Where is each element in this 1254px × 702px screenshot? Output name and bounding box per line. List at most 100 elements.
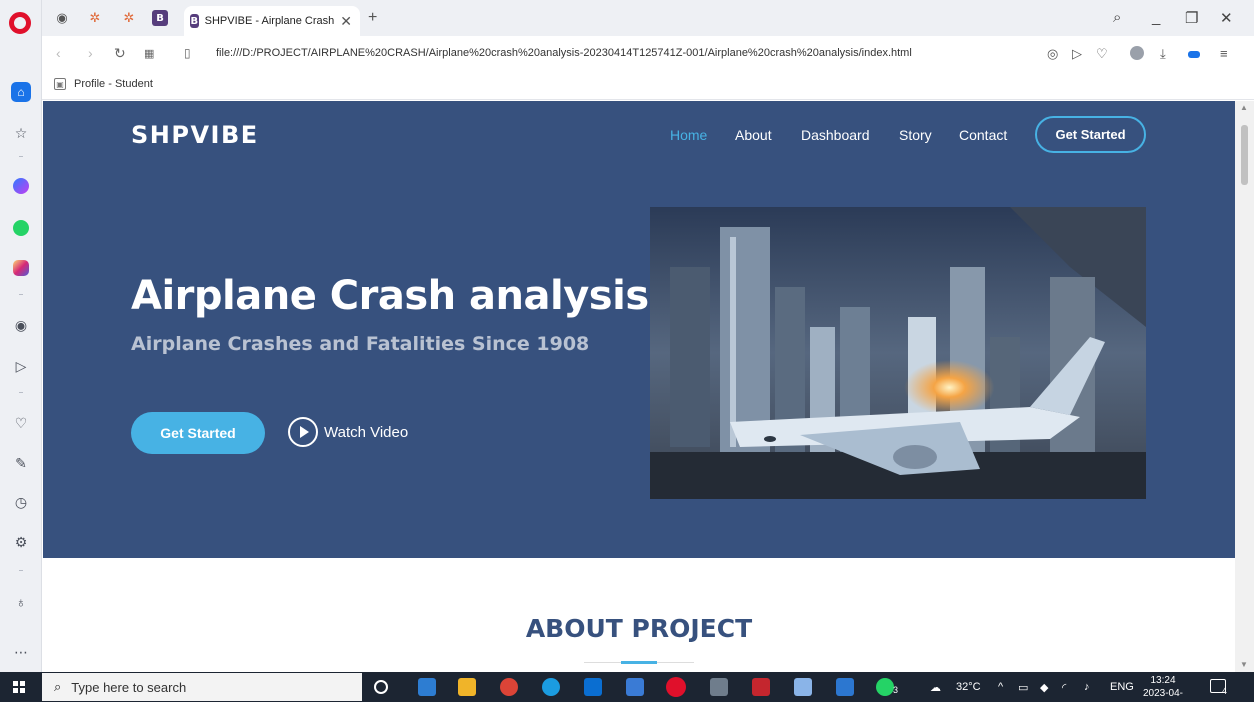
nav-story[interactable]: Story bbox=[899, 127, 932, 143]
mail-icon[interactable] bbox=[584, 678, 602, 696]
hero-subtitle: Airplane Crashes and Fatalities Since 19… bbox=[131, 333, 590, 355]
whatsapp-badge: 3 bbox=[893, 685, 899, 695]
section-divider-accent bbox=[621, 661, 657, 664]
chevron-up-icon[interactable]: ^ bbox=[998, 681, 1003, 693]
nav-home[interactable]: Home bbox=[670, 127, 707, 143]
url-field[interactable]: file:///D:/PROJECT/AIRPLANE%20CRASH/Airp… bbox=[216, 47, 912, 59]
opera-logo-icon[interactable] bbox=[9, 12, 31, 34]
instagram-icon[interactable] bbox=[13, 260, 29, 276]
search-icon: ⌕ bbox=[54, 679, 62, 694]
site-logo[interactable]: SHPVIBE bbox=[131, 121, 259, 149]
mcafee-icon[interactable] bbox=[752, 678, 770, 696]
tab-title: SHPVIBE - Airplane Crash bbox=[204, 15, 335, 27]
scroll-thumb[interactable] bbox=[1241, 125, 1248, 185]
snip-icon[interactable] bbox=[794, 678, 812, 696]
address-bar: ‹ › ↻ ▦ ▯ file:///D:/PROJECT/AIRPLANE%20… bbox=[42, 36, 1254, 72]
lightbulb-icon[interactable]: ♁ bbox=[12, 593, 30, 611]
heart-icon[interactable]: ♡ bbox=[12, 414, 30, 432]
settings-icon[interactable]: ⚙ bbox=[12, 533, 30, 551]
bootstrap-tab-icon[interactable]: B bbox=[152, 10, 168, 26]
search-placeholder: Type here to search bbox=[71, 679, 187, 695]
history-icon[interactable]: ◷ bbox=[12, 493, 30, 511]
more-icon[interactable]: ⋯ bbox=[12, 643, 30, 661]
home-icon[interactable]: ⌂ bbox=[11, 82, 31, 102]
close-window-icon[interactable]: ✕ bbox=[1220, 9, 1233, 27]
pinned-tab-icon[interactable]: ✲ bbox=[87, 10, 103, 26]
taskbar: ⌕ Type here to search 3 ☁ 32°C ^ ▭ ◆ ◜ ♪… bbox=[0, 672, 1254, 702]
sidebar-divider bbox=[19, 156, 23, 157]
nav-get-started-button[interactable]: Get Started bbox=[1035, 116, 1146, 153]
gallery-icon[interactable] bbox=[836, 678, 854, 696]
weather-icon[interactable]: ☁ bbox=[930, 681, 941, 694]
network-icon[interactable]: ◆ bbox=[1040, 681, 1048, 694]
clock-time: 13:24 bbox=[1150, 675, 1176, 686]
image-icon: ▣ bbox=[54, 78, 66, 90]
task-view-icon[interactable] bbox=[418, 678, 436, 696]
speed-dial-icon[interactable]: ▦ bbox=[144, 47, 154, 60]
file-explorer-icon[interactable] bbox=[458, 678, 476, 696]
extension-icon[interactable] bbox=[1188, 51, 1200, 58]
easy-setup-icon[interactable]: ≡ bbox=[1220, 46, 1228, 61]
reload-icon[interactable]: ↻ bbox=[114, 45, 126, 62]
page-scrollbar[interactable]: ▲ ▼ bbox=[1235, 101, 1254, 672]
screen: ⌂ ☆ ◉ ▷ ♡ ✎ ◷ ⚙ ♁ ⋯ ◉ ✲ ✲ B B SHPVIBE - … bbox=[0, 0, 1254, 702]
player-icon[interactable]: ◉ bbox=[12, 316, 30, 334]
watch-video-button[interactable]: Watch Video bbox=[288, 417, 408, 447]
nav-about[interactable]: About bbox=[735, 127, 772, 143]
battery-icon[interactable]: ▭ bbox=[1018, 681, 1028, 694]
restore-icon[interactable]: ❐ bbox=[1185, 9, 1198, 27]
file-icon: ▯ bbox=[184, 46, 191, 60]
get-started-button[interactable]: Get Started bbox=[131, 412, 265, 454]
send-icon[interactable]: ▷ bbox=[12, 357, 30, 375]
forward-icon[interactable]: › bbox=[88, 45, 93, 61]
close-tab-icon[interactable]: ✕ bbox=[340, 13, 352, 30]
send-icon[interactable]: ▷ bbox=[1072, 46, 1082, 62]
whatsapp-icon[interactable] bbox=[13, 220, 29, 236]
play-icon bbox=[288, 417, 318, 447]
sidebar-divider bbox=[19, 294, 23, 295]
photos-icon[interactable] bbox=[710, 678, 728, 696]
volume-icon[interactable]: ♪ bbox=[1084, 681, 1090, 693]
scroll-down-icon[interactable]: ▼ bbox=[1240, 660, 1248, 669]
bookmark-item[interactable]: ▣ Profile - Student bbox=[54, 78, 153, 90]
heart-icon[interactable]: ♡ bbox=[1096, 46, 1108, 62]
star-icon[interactable]: ☆ bbox=[12, 124, 30, 142]
edge-icon[interactable] bbox=[542, 678, 560, 696]
tab-active[interactable]: B SHPVIBE - Airplane Crash ✕ bbox=[184, 6, 360, 36]
hero-title: Airplane Crash analysis bbox=[131, 273, 649, 319]
nav-dashboard[interactable]: Dashboard bbox=[801, 127, 870, 143]
pinned-tab-icon[interactable]: ✲ bbox=[121, 10, 137, 26]
tab-strip: ◉ ✲ ✲ B B SHPVIBE - Airplane Crash ✕ + ⌕… bbox=[42, 0, 1254, 36]
web-page: SHPVIBE Home About Dashboard Story Conta… bbox=[43, 101, 1235, 672]
new-tab-button[interactable]: + bbox=[368, 9, 377, 27]
whatsapp-taskbar-icon[interactable] bbox=[876, 678, 894, 696]
about-section-title: ABOUT PROJECT bbox=[525, 614, 753, 643]
scroll-up-icon[interactable]: ▲ bbox=[1240, 103, 1248, 112]
messenger-icon[interactable] bbox=[13, 178, 29, 194]
temperature[interactable]: 32°C bbox=[956, 681, 981, 693]
profile-avatar[interactable] bbox=[1130, 46, 1144, 60]
system-clock[interactable]: 13:24 2023-04-15 bbox=[1142, 674, 1184, 702]
search-tabs-icon[interactable]: ⌕ bbox=[1113, 9, 1121, 26]
cortana-icon[interactable] bbox=[374, 680, 388, 694]
wifi-icon[interactable]: ◜ bbox=[1062, 681, 1066, 694]
chrome-icon[interactable] bbox=[500, 678, 518, 696]
sidebar-divider bbox=[19, 570, 23, 571]
bookmarks-bar: ▣ Profile - Student bbox=[42, 72, 1254, 100]
edit-icon[interactable]: ✎ bbox=[12, 454, 30, 472]
watch-video-label: Watch Video bbox=[324, 423, 409, 441]
vpn-icon[interactable]: ◉ bbox=[54, 10, 70, 26]
download-icon[interactable]: ⤓ bbox=[1160, 46, 1166, 62]
language-indicator[interactable]: ENG bbox=[1110, 681, 1134, 693]
minimize-icon[interactable]: _ bbox=[1152, 9, 1160, 26]
notification-count: 4 bbox=[1222, 686, 1228, 696]
back-icon[interactable]: ‹ bbox=[56, 45, 61, 61]
nav-contact[interactable]: Contact bbox=[959, 127, 1007, 143]
opera-sidebar: ⌂ ☆ ◉ ▷ ♡ ✎ ◷ ⚙ ♁ ⋯ bbox=[0, 0, 42, 672]
calculator-icon[interactable] bbox=[626, 678, 644, 696]
snapshot-icon[interactable]: ◎ bbox=[1047, 46, 1058, 62]
opera-taskbar-icon[interactable] bbox=[666, 677, 686, 697]
windows-start-icon[interactable] bbox=[13, 681, 25, 693]
sidebar-divider bbox=[19, 392, 23, 393]
taskbar-search[interactable]: ⌕ Type here to search bbox=[42, 673, 362, 701]
